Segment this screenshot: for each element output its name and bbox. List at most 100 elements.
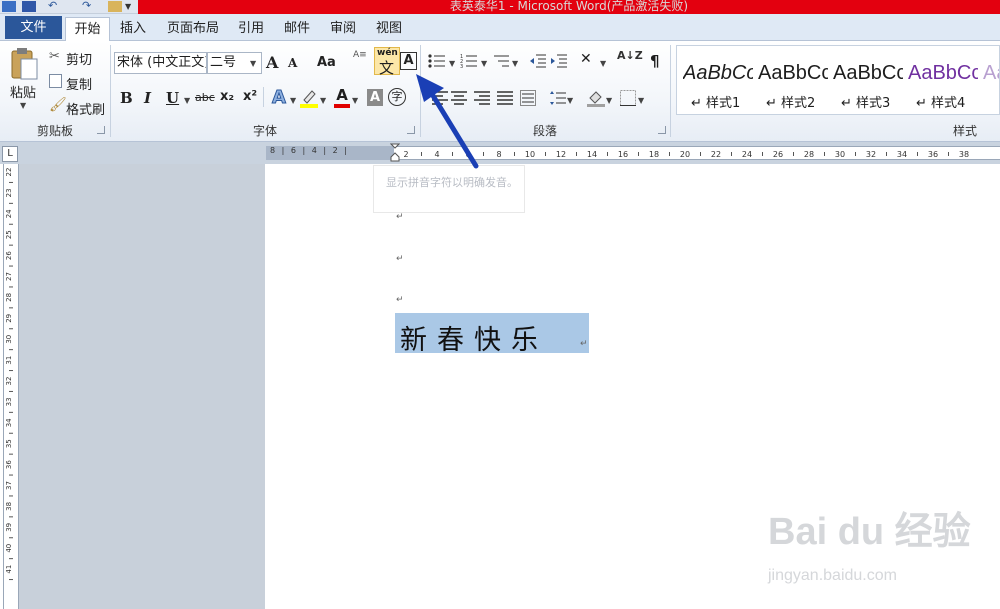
styles-group-label: 样式 — [952, 124, 977, 138]
vruler-ticks: 22 23 24 25 26 27 28 29 30 31 32 33 34 35 36 37 38 39 40 41 — [5, 168, 13, 581]
style-name: ↵ 样式4 — [916, 96, 966, 111]
tab-file[interactable]: 文件 — [5, 16, 62, 39]
distributed-icon[interactable] — [520, 90, 536, 106]
shading-chevron-icon[interactable]: ▼ — [606, 96, 612, 105]
copy-button[interactable]: 复制 — [66, 74, 92, 93]
style-sample: AaBbCcDd — [758, 62, 828, 84]
font-color-chevron-icon[interactable]: ▼ — [352, 96, 358, 105]
bullets-chevron-icon[interactable]: ▼ — [449, 59, 455, 68]
line-spacing-icon[interactable] — [550, 90, 566, 106]
grow-font-icon[interactable]: A — [266, 53, 278, 72]
vruler-label: 29 — [5, 314, 13, 323]
font-color-button[interactable]: A — [334, 86, 350, 108]
selected-text[interactable]: 新春快乐 — [400, 318, 548, 357]
copy-icon — [49, 74, 62, 88]
line-spacing-chevron-icon[interactable]: ▼ — [567, 96, 573, 105]
baidu-watermark: Bai du 经验 — [768, 511, 971, 553]
paste-icon[interactable] — [9, 47, 39, 81]
format-painter-button[interactable]: 格式刷 — [66, 99, 105, 118]
vruler-label: 41 — [5, 565, 13, 574]
text-effect-button[interactable]: A — [272, 87, 287, 109]
paste-button[interactable]: 粘贴 — [10, 82, 36, 101]
undo-icon[interactable]: ↶ — [48, 0, 62, 12]
vertical-ruler[interactable]: 22 23 24 25 26 27 28 29 30 31 32 33 34 35 36 37 38 39 40 41 — [3, 164, 19, 609]
font-family-select[interactable]: 宋体 (中文正文) — [114, 52, 207, 74]
ribbon: 粘贴 ▼ ✂ 剪切 复制 🖌 格式刷 剪贴板 宋体 (中文正文) 二号 ▼ A … — [0, 41, 1000, 142]
show-marks-icon[interactable]: ¶ — [650, 53, 662, 69]
clipboard-launcher-icon[interactable] — [97, 126, 105, 134]
cut-button[interactable]: 剪切 — [66, 49, 92, 68]
multilevel-list-icon[interactable] — [492, 53, 510, 69]
borders-chevron-icon[interactable]: ▼ — [638, 96, 644, 105]
save-icon[interactable] — [2, 1, 16, 12]
ruler-label: 18 — [649, 150, 659, 159]
inline-divider — [263, 87, 264, 107]
underline-button[interactable]: U — [166, 89, 179, 107]
save-icon-2[interactable] — [22, 1, 36, 12]
asian-layout-icon[interactable]: ✕ — [580, 52, 602, 68]
ruler-margin-labels: 8 | 6 | 4 | 2 | — [270, 146, 349, 155]
asian-layout-chevron-icon[interactable]: ▼ — [600, 59, 606, 68]
italic-button[interactable]: I — [144, 89, 151, 107]
style-sample: AaBbCcDd — [908, 62, 978, 84]
style-item-3[interactable]: AaBbCcDd ↵ 样式3 — [827, 54, 903, 112]
ruler-label: 26 — [773, 150, 783, 159]
paragraph-launcher-icon[interactable] — [658, 126, 666, 134]
tab-review[interactable]: 审阅 — [322, 17, 364, 41]
tab-page-layout[interactable]: 页面布局 — [158, 17, 228, 41]
style-item-5[interactable]: Aa — [977, 54, 999, 112]
baidu-watermark-url: jingyan.baidu.com — [768, 567, 897, 584]
font-size-chevron-icon[interactable]: ▼ — [250, 59, 256, 68]
style-item-1[interactable]: AaBbCcDd ↵ 样式1 — [677, 54, 753, 112]
style-sample: AaBbCcDd — [833, 62, 903, 84]
indent-marker[interactable] — [389, 143, 401, 163]
highlight-button[interactable] — [300, 88, 318, 108]
customize-chevron-icon[interactable]: ▼ — [125, 1, 139, 12]
tab-selector[interactable]: L — [2, 146, 18, 162]
text-effect-chevron-icon[interactable]: ▼ — [290, 96, 296, 105]
font-color-letter: A — [336, 86, 348, 104]
style-item-2[interactable]: AaBbCcDd ↵ 样式2 — [752, 54, 828, 112]
borders-icon[interactable] — [620, 90, 636, 106]
format-painter-icon: 🖌 — [49, 97, 67, 113]
bold-button[interactable]: B — [120, 89, 133, 107]
phonetic-guide-button[interactable]: wén 文 — [374, 47, 400, 77]
shading-icon[interactable] — [587, 89, 605, 107]
group-divider — [670, 45, 671, 137]
decrease-indent-icon[interactable] — [530, 53, 546, 69]
strikethrough-button[interactable]: abc — [195, 91, 215, 104]
superscript-button[interactable]: x² — [243, 89, 257, 104]
shrink-font-icon[interactable]: A — [288, 56, 297, 70]
vruler-label: 33 — [5, 397, 13, 406]
sort-button[interactable]: A↓Z — [617, 50, 643, 61]
tab-references[interactable]: 引用 — [230, 17, 272, 41]
numbering-icon[interactable]: 123 — [460, 53, 478, 70]
numbering-chevron-icon[interactable]: ▼ — [481, 59, 487, 68]
ruler-label: 12 — [556, 150, 566, 159]
styles-gallery[interactable]: AaBbCcDd ↵ 样式1 AaBbCcDd ↵ 样式2 AaBbCcDd ↵… — [676, 45, 1000, 115]
vruler-label: 24 — [5, 209, 13, 218]
paragraph-mark: ↵ — [580, 339, 588, 349]
tab-view[interactable]: 视图 — [368, 17, 410, 41]
ruler-label: 36 — [928, 150, 938, 159]
vruler-label: 22 — [5, 168, 13, 177]
paste-dropdown-icon[interactable]: ▼ — [20, 101, 26, 110]
style-item-4[interactable]: AaBbCcDd ↵ 样式4 — [902, 54, 978, 112]
underline-chevron-icon[interactable]: ▼ — [184, 96, 190, 105]
tab-mailings[interactable]: 邮件 — [276, 17, 318, 41]
tab-insert[interactable]: 插入 — [112, 17, 154, 41]
change-case-button[interactable]: Aa — [317, 55, 336, 70]
ruler-label: 28 — [804, 150, 814, 159]
redo-icon[interactable]: ↷ — [82, 0, 96, 12]
char-shading-button[interactable]: A — [367, 89, 383, 106]
multilevel-chevron-icon[interactable]: ▼ — [512, 59, 518, 68]
font-color-swatch — [334, 104, 350, 108]
format-icon[interactable] — [108, 1, 122, 12]
tab-home[interactable]: 开始 — [65, 17, 110, 42]
subscript-button[interactable]: x₂ — [220, 89, 234, 104]
bullets-icon[interactable] — [428, 53, 446, 69]
increase-indent-icon[interactable] — [551, 53, 567, 69]
char-border-button[interactable]: A — [400, 52, 417, 70]
highlight-chevron-icon[interactable]: ▼ — [320, 96, 326, 105]
clear-format-icon[interactable]: A≡ — [353, 50, 367, 60]
